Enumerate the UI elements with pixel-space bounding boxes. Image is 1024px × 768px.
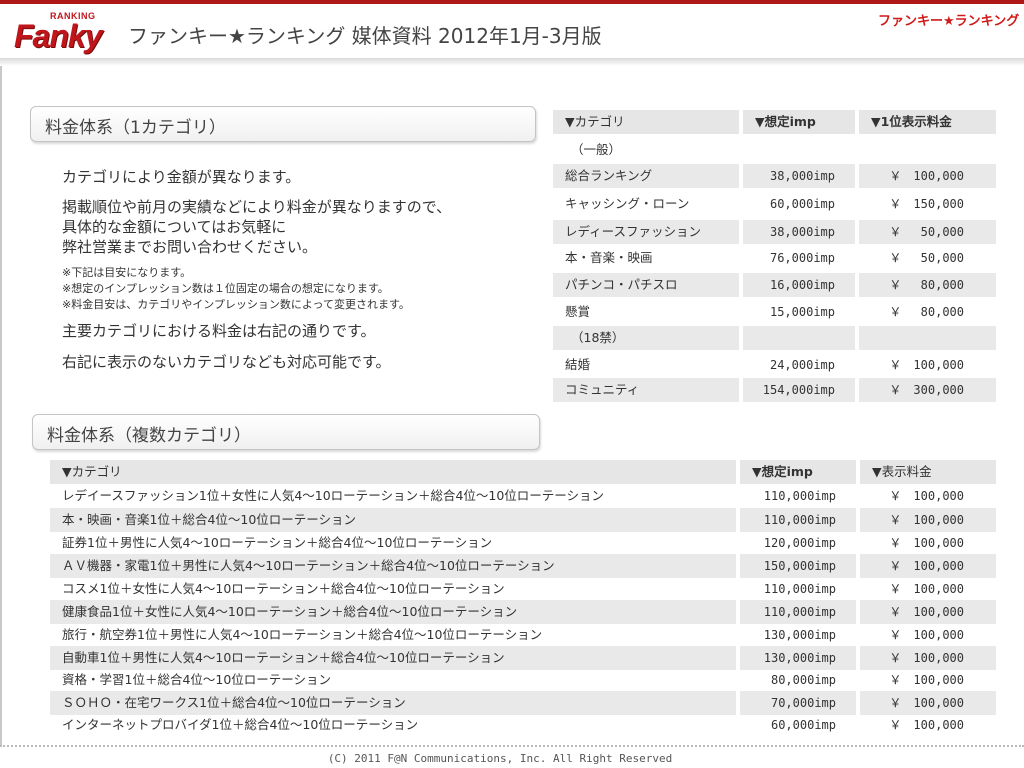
fanky-logo: RANKING Fanky [12,11,106,55]
table-cell-imp: 76,000imp [769,251,835,265]
table-cell-category: 資格・学習1位＋総合4位～10位ローテーション [62,672,332,687]
table-cell-category: 総合ランキング [553,164,739,188]
table-cell-price: ￥ 100,000 [889,718,964,732]
table-cell-category: レディースファッション [553,220,739,244]
table-cell-imp: 60,000imp [770,718,836,732]
footer-divider [0,745,1024,747]
table-cell-price: ￥ 80,000 [859,273,996,297]
desc-line: 掲載順位や前月の実績などにより料金が異なりますので、 [62,198,452,216]
table-cell-price [859,326,996,350]
table-cell-price: ￥ 100,000 [860,554,996,578]
table-cell-price: ￥ 150,000 [889,197,964,211]
table-cell-category: キャッシング・ローン [565,196,690,211]
header-shadow [0,58,1024,66]
table-cell-price: ￥ 100,000 [889,489,964,503]
section-title: 料金体系（複数カテゴリ） [47,426,251,446]
table-cell-imp: 38,000imp [743,220,855,244]
table-cell-imp: 60,000imp [769,197,835,211]
table-cell-imp: 110,000imp [763,582,836,596]
table-cell-category: コミュニティ [553,378,739,402]
table-cell-imp: 120,000imp [763,536,836,550]
table-cell-category: 自動車1位＋男性に人気4～10ローテーション＋総合4位～10位ローテーション [50,646,736,670]
table-cell-category: 旅行・航空券1位＋男性に人気4～10ローテーション＋総合4位～10位ローテーショ… [62,627,543,642]
note-line: ※料金目安は、カテゴリやインプレッション数によって変更されます。 [62,298,410,311]
table-group-label: （一般） [571,142,622,157]
table-header-imp: ▼想定imp [740,460,856,484]
table-cell-imp: 110,000imp [740,600,856,624]
table-cell-category: 証券1位＋男性に人気4～10ローテーション＋総合4位～10位ローテーション [62,535,493,550]
table-cell-category: コスメ1位＋女性に人気4～10ローテーション＋総合4位～10位ローテーション [62,581,505,596]
table-cell-price: ￥ 80,000 [889,305,964,319]
table-header-price: ▼表示料金 [860,460,996,484]
table-cell-price: ￥ 100,000 [860,508,996,532]
table-cell-imp: 70,000imp [740,691,856,715]
table-cell-price: ￥ 100,000 [860,600,996,624]
table-cell-imp: 130,000imp [763,628,836,642]
table-cell-category: パチンコ・パチスロ [553,273,739,297]
footer-copyright: (C) 2011 F@N Communications, Inc. All Ri… [327,752,673,765]
table-header-category: ▼カテゴリ [50,460,736,484]
table-cell-category: 健康食品1位＋女性に人気4～10ローテーション＋総合4位～10位ローテーション [50,600,736,624]
page-title: ファンキー★ランキング 媒体資料 2012年1月-3月版 [128,24,602,48]
table-cell-category: ＳＯＨＯ・在宅ワークス1位＋総合4位～10位ローテーション [50,691,736,715]
table-cell-price [859,138,996,162]
table-cell-price: ￥ 100,000 [860,646,996,670]
section-title: 料金体系（1カテゴリ） [45,118,226,138]
table-cell-price: ￥ 100,000 [889,628,964,642]
table-cell-imp: 80,000imp [770,673,836,687]
section-header-multi-category: 料金体系（複数カテゴリ） [32,414,540,450]
note-line: ※想定のインプレッション数は１位固定の場合の想定になります。 [62,282,389,295]
table-cell-imp: 16,000imp [743,273,855,297]
table-cell-category: 懸賞 [565,304,591,319]
desc-line: カテゴリにより金額が異なります。 [62,168,301,186]
table-cell-imp: 24,000imp [769,358,835,372]
table-header-category: ▼カテゴリ [553,110,739,134]
table-cell-category: 本・音楽・映画 [565,250,653,265]
table-cell-category: インターネットプロバイダ1位＋総合4位～10位ローテーション [62,717,419,732]
desc-line: 具体的な金額についてはお気軽に [62,218,287,236]
table-cell-imp: 150,000imp [740,554,856,578]
table-cell-price: ￥ 100,000 [889,358,964,372]
table-cell-category: 結婚 [565,357,591,372]
note-line: ※下記は目安になります。 [62,266,192,279]
brand-name-right: ファンキー★ランキング [878,14,1020,29]
table-cell-imp: 110,000imp [763,489,836,503]
table-cell-imp [743,138,855,162]
table-cell-price: ￥ 50,000 [859,220,996,244]
table-cell-category: ＡＶ機器・家電1位＋男性に人気4～10ローテーション＋総合4位～10位ローテーシ… [50,554,736,578]
table-cell-imp: 130,000imp [740,646,856,670]
table-cell-price: ￥ 50,000 [889,251,964,265]
table-cell-imp: 15,000imp [769,305,835,319]
desc-line: 主要カテゴリにおける料金は右記の通りです。 [62,322,376,340]
table-cell-imp: 154,000imp [743,378,855,402]
table-cell-imp: 110,000imp [740,508,856,532]
table-cell-price: ￥ 100,000 [859,164,996,188]
logo-fanky-text: Fanky [14,18,102,54]
table-cell-price: ￥ 100,000 [889,673,964,687]
table-cell-price: ￥ 100,000 [860,691,996,715]
table-cell-price: ￥ 100,000 [889,536,964,550]
table-cell-category: 本・映画・音楽1位＋総合4位～10位ローテーション [50,508,736,532]
desc-line: 右記に表示のないカテゴリなども対応可能です。 [62,353,391,371]
table-header-imp: ▼想定imp [743,110,855,134]
table-cell-price: ￥ 300,000 [859,378,996,402]
table-cell-imp: 38,000imp [743,164,855,188]
desc-line: 弊社営業までお問い合わせください。 [62,238,318,256]
section-header-single-category: 料金体系（1カテゴリ） [30,106,536,142]
table-group-label: （18禁） [553,326,739,350]
page-header: RANKING Fanky ファンキー★ランキング 媒体資料 2012年1月-3… [0,4,1024,60]
table-cell-imp [743,326,855,350]
table-header-price: ▼1位表示料金 [859,110,996,134]
table-cell-price: ￥ 100,000 [889,582,964,596]
table-cell-category: レデイースファッション1位＋女性に人気4～10ローテーション＋総合4位～10位ロ… [62,488,605,503]
